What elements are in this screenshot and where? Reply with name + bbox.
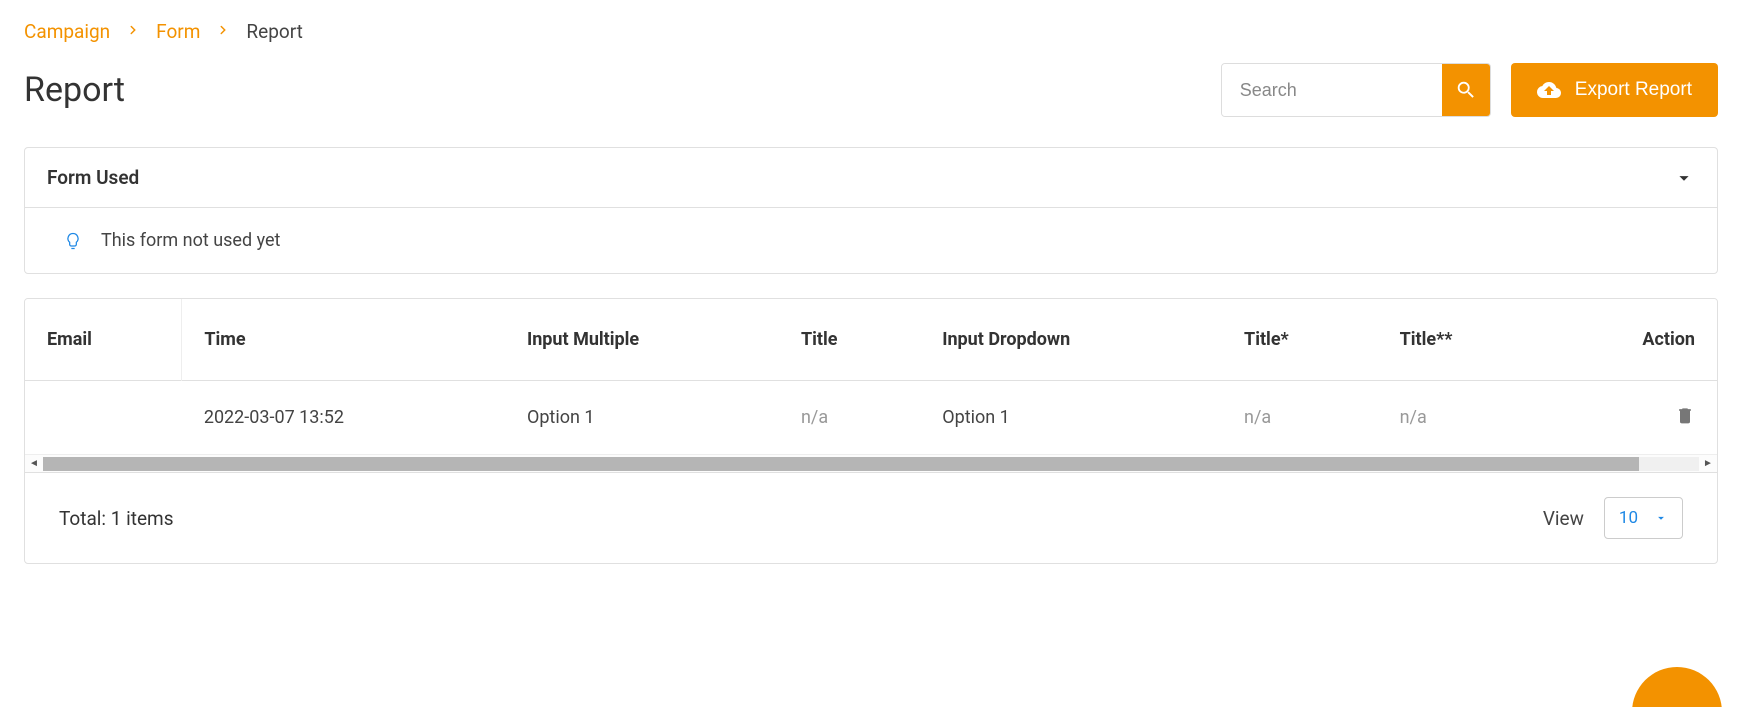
search-button[interactable] [1442,64,1490,116]
caret-down-icon [1654,511,1668,525]
col-title-starstar: Title** [1378,299,1548,381]
form-used-panel: Form Used This form not used yet [24,147,1718,274]
table-header-row: Email Time Input Multiple Title Input Dr… [25,299,1717,381]
chevron-right-icon [126,22,140,41]
bulb-icon [63,231,83,251]
col-title-star: Title* [1222,299,1378,381]
search-input[interactable] [1222,64,1442,116]
breadcrumb: Campaign Form Report [24,20,1718,43]
caret-down-icon [1673,167,1695,189]
col-action: Action [1548,299,1717,381]
export-report-button[interactable]: Export Report [1511,63,1718,117]
breadcrumb-campaign[interactable]: Campaign [24,20,110,43]
trash-icon[interactable] [1675,405,1695,425]
floating-action-button[interactable] [1632,667,1722,707]
form-used-header[interactable]: Form Used [25,148,1717,208]
table-footer: Total: 1 items View 10 [25,472,1717,563]
scroll-right-arrow-icon[interactable]: ► [1699,458,1717,469]
chevron-right-icon [216,22,230,41]
cell-title: n/a [779,381,920,455]
col-email: Email [25,299,182,381]
actions: Export Report [1221,63,1718,117]
report-container: Email Time Input Multiple Title Input Dr… [24,298,1718,564]
cell-action [1548,381,1717,455]
breadcrumb-form[interactable]: Form [156,20,200,43]
scroll-left-arrow-icon[interactable]: ◄ [25,458,43,469]
scroll-track-end [1639,457,1699,471]
page-title: Report [24,70,125,110]
breadcrumb-report: Report [246,20,302,43]
total-items-label: Total: 1 items [59,507,174,530]
title-row: Report Export Report [24,63,1718,117]
cell-email [25,381,182,455]
cell-time: 2022-03-07 13:52 [182,381,505,455]
cell-title-star: n/a [1222,381,1378,455]
page-size-select[interactable]: 10 [1604,497,1683,539]
table-row: 2022-03-07 13:52 Option 1 n/a Option 1 n… [25,381,1717,455]
form-used-message: This form not used yet [101,230,280,251]
horizontal-scrollbar[interactable]: ◄ ► [25,454,1717,472]
cell-input-multiple: Option 1 [505,381,779,455]
view-label: View [1543,507,1584,530]
cell-title-starstar: n/a [1378,381,1548,455]
view-wrap: View 10 [1543,497,1683,539]
search-wrap [1221,63,1491,117]
col-input-multiple: Input Multiple [505,299,779,381]
col-input-dropdown: Input Dropdown [920,299,1222,381]
page-size-value: 10 [1619,508,1638,528]
export-report-label: Export Report [1575,79,1692,101]
form-used-body: This form not used yet [25,208,1717,273]
report-table: Email Time Input Multiple Title Input Dr… [25,299,1717,454]
col-time: Time [182,299,505,381]
search-icon [1455,79,1477,101]
col-title: Title [779,299,920,381]
cloud-upload-icon [1537,78,1561,102]
cell-input-dropdown: Option 1 [920,381,1222,455]
scroll-thumb[interactable] [43,457,1639,471]
form-used-title: Form Used [47,166,139,189]
